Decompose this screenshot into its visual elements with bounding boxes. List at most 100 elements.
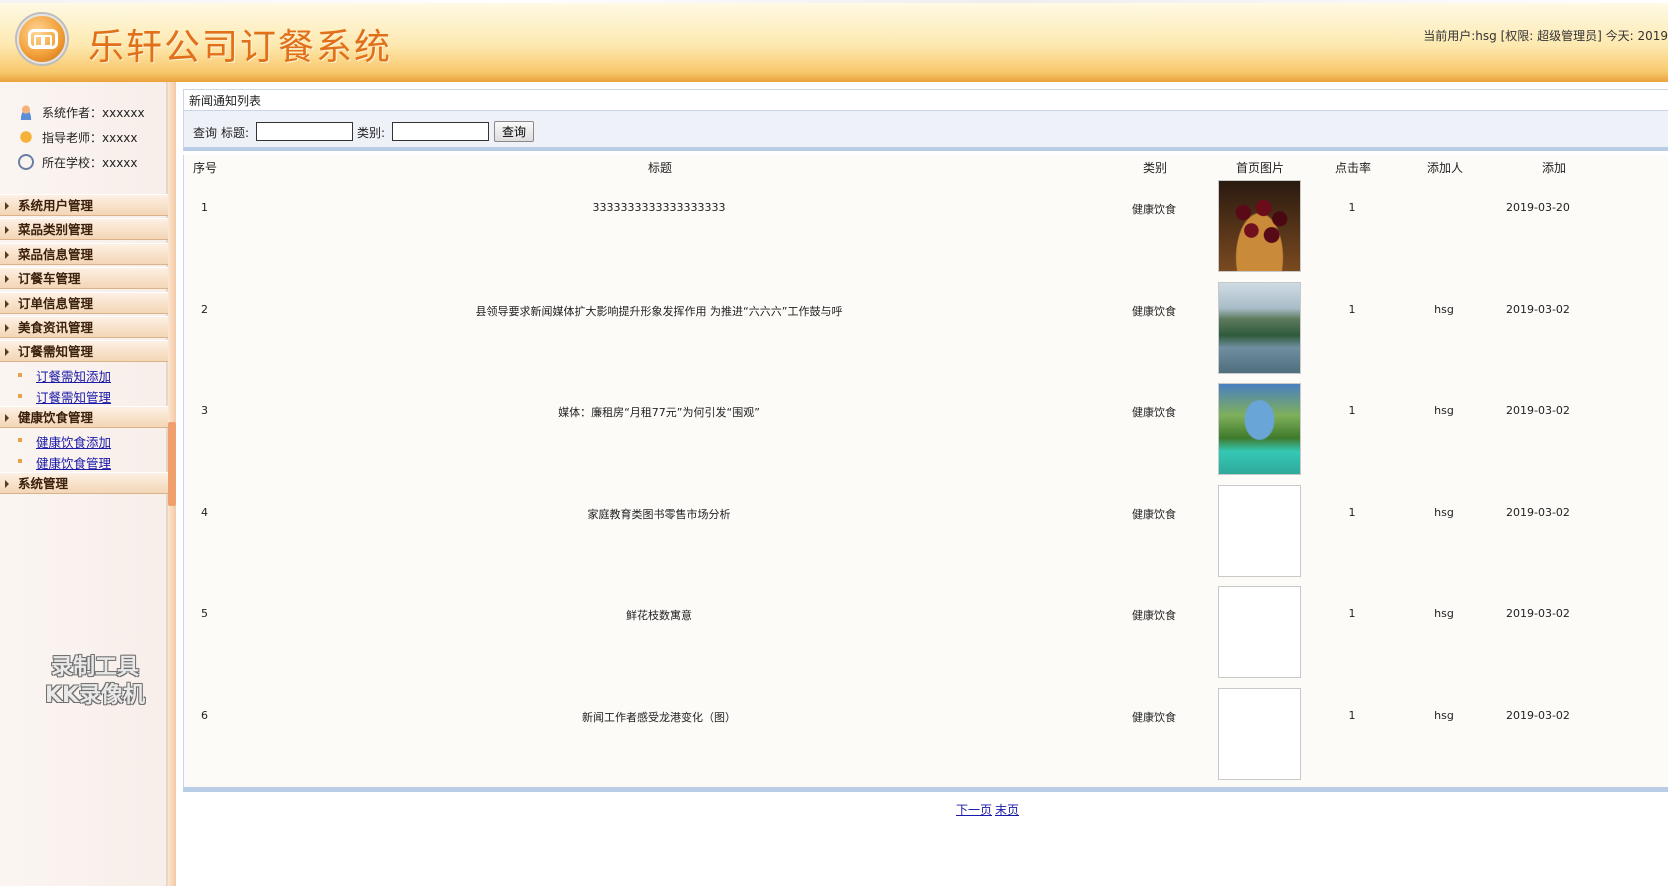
menu-healthy-diet[interactable]: 健康饮食管理 [0,406,168,428]
app-title: 乐轩公司订餐系统 [88,27,393,68]
pager-last-link[interactable]: 末页 [995,801,1019,818]
sidebar-splitter[interactable] [168,82,176,886]
query-label: 查询 [193,126,218,140]
caret-right-icon [5,202,9,210]
watermark-line: 录制工具 [50,655,139,680]
category-filter-label: 类别: [357,126,386,140]
table-row: 5 鲜花枝数寓意 健康饮食 1 hsg 2019-03-02 [184,561,1668,678]
bullet-icon [18,459,22,463]
cell-clicks: 1 [1348,303,1356,316]
cell-clicks: 1 [1348,201,1356,214]
caret-right-icon [5,300,9,308]
cell-adder: hsg [1434,607,1454,620]
current-user-info: 当前用户:hsg [权限: 超级管理员] 今天: 2019 [1423,29,1668,43]
cell-clicks: 1 [1348,607,1356,620]
teacher-info: 指导老师：xxxxx [18,129,138,146]
cell-no: 5 [201,607,208,620]
search-button[interactable]: 查询 [494,121,534,142]
cell-title: 新闻工作者感受龙港变化（图） [582,711,736,724]
menu-food-news[interactable]: 美食资讯管理 [0,316,168,338]
category-filter-input[interactable] [392,122,489,141]
cell-category: 健康饮食 [1132,305,1176,318]
collapse-handle[interactable] [168,422,176,506]
cell-title: 鲜花枝数寓意 [626,609,692,622]
cell-title: 家庭教育类图书零售市场分析 [587,508,731,521]
search-bar: 查询 标题: 类别: 查询 [183,111,1668,151]
menu-label: 订餐需知管理 [18,344,94,359]
menu-label: 订餐车管理 [18,271,81,286]
table-footer-bar [183,787,1668,792]
menu-label: 健康饮食管理 [18,410,94,425]
sidebar: 系统作者：xxxxxx 指导老师：xxxxx 所在学校：xxxxx 系统用户管理… [0,82,168,886]
pager-next-link[interactable]: 下一页 [956,801,992,818]
menu-system-users[interactable]: 系统用户管理 [0,194,168,216]
menu-label: 菜品信息管理 [18,247,94,262]
menu-label: 菜品类别管理 [18,222,94,237]
submenu-health-manage[interactable]: 健康饮食管理 [36,453,111,472]
caret-right-icon [5,348,9,356]
menu-label: 系统用户管理 [18,198,94,213]
recorder-watermark: 录制工具 KK录像机 [30,654,160,710]
menu-label: 系统管理 [18,476,69,491]
menu-order-notice[interactable]: 订餐需知管理 [0,340,168,362]
cell-clicks: 1 [1348,404,1356,417]
table-row: 2 县领导要求新闻媒体扩大影响提升形象发挥作用 为推进“六六六”工作鼓与呼 健康… [184,257,1668,374]
cell-category: 健康饮食 [1132,406,1176,419]
caret-right-icon [5,275,9,283]
cell-title: 媒体：廉租房“月租77元”为何引发“围观” [558,406,760,419]
news-table: 序号 标题 类别 首页图片 点击率 添加人 添加 1 3333333333333… [183,155,1668,787]
author-label: 系统作者：xxxxxx [42,106,145,120]
menu-cart[interactable]: 订餐车管理 [0,267,168,289]
title-filter-input[interactable] [256,122,353,141]
school-icon [18,154,34,170]
caret-right-icon [5,226,9,234]
cell-title: 县领导要求新闻媒体扩大影响提升形象发挥作用 为推进“六六六”工作鼓与呼 [475,305,843,318]
user-icon [18,104,34,120]
cell-no: 2 [201,303,208,316]
table-row: 6 新闻工作者感受龙港变化（图） 健康饮食 1 hsg 2019-03-02 [184,663,1668,780]
panel-title: 新闻通知列表 [183,89,1668,111]
cell-no: 6 [201,709,208,722]
cell-date: 2019-03-02 [1506,506,1570,519]
submenu-notice-add[interactable]: 订餐需知添加 [36,366,111,385]
submenu-health-add[interactable]: 健康饮食添加 [36,432,111,451]
cell-adder: hsg [1434,506,1454,519]
menu-system[interactable]: 系统管理 [0,472,168,494]
cell-adder: hsg [1434,709,1454,722]
cell-date: 2019-03-02 [1506,303,1570,316]
teacher-icon [18,129,34,145]
cell-date: 2019-03-02 [1506,709,1570,722]
bullet-icon [18,438,22,442]
menu-dish-categories[interactable]: 菜品类别管理 [0,218,168,240]
main-content: 新闻通知列表 查询 标题: 类别: 查询 序号 标题 类别 首页图片 点击率 添… [183,89,1668,886]
cell-category: 健康饮食 [1132,711,1176,724]
table-row: 1 3333333333333333333 健康饮食 1 2019-03-20 [184,155,1668,272]
submenu-notice-manage[interactable]: 订餐需知管理 [36,387,111,406]
cell-no: 3 [201,404,208,417]
cell-title: 3333333333333333333 [592,201,726,214]
cell-clicks: 1 [1348,506,1356,519]
table-row: 4 家庭教育类图书零售市场分析 健康饮食 1 hsg 2019-03-02 [184,460,1668,577]
cell-adder: hsg [1434,404,1454,417]
menu-label: 美食资讯管理 [18,320,94,335]
cell-date: 2019-03-02 [1506,607,1570,620]
school-info: 所在学校：xxxxx [18,154,138,171]
caret-right-icon [5,480,9,488]
cell-no: 1 [201,201,208,214]
cell-no: 4 [201,506,208,519]
bullet-icon [18,394,22,398]
menu-dish-info[interactable]: 菜品信息管理 [0,243,168,265]
app-frame: 乐轩公司订餐系统 当前用户:hsg [权限: 超级管理员] 今天: 2019 系… [0,0,1668,886]
cell-adder: hsg [1434,303,1454,316]
cell-clicks: 1 [1348,709,1356,722]
watermark-line: KK录像机 [44,683,146,708]
bullet-icon [18,373,22,377]
teacher-label: 指导老师：xxxxx [42,131,138,145]
header: 乐轩公司订餐系统 当前用户:hsg [权限: 超级管理员] 今天: 2019 [0,0,1668,82]
header-topline [0,0,1668,3]
cell-category: 健康饮食 [1132,609,1176,622]
menu-orders[interactable]: 订单信息管理 [0,292,168,314]
logo-icon [17,14,67,64]
school-label: 所在学校：xxxxx [42,156,138,170]
title-filter-label: 标题: [221,126,250,140]
